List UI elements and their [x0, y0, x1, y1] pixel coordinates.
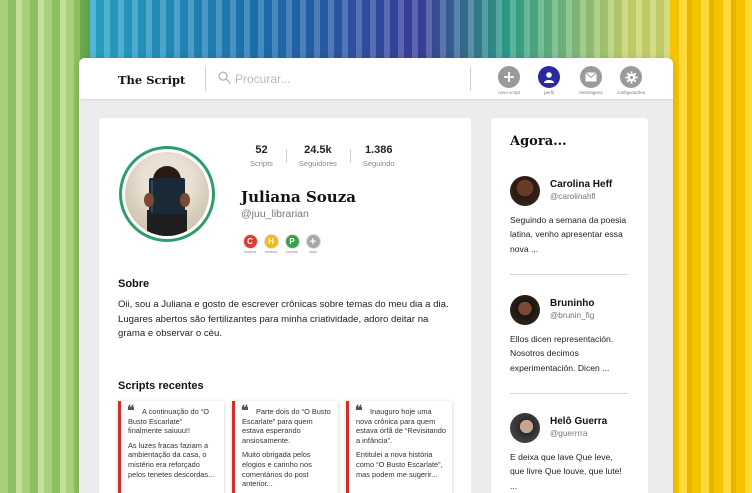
app-logo[interactable]: The Script [118, 73, 185, 87]
profile-stats: 52 Scripts 24.5k Seguidores 1.386 Seguin… [237, 144, 408, 168]
post-text: E deixa que lave Que leve, que livre Que… [510, 452, 622, 491]
post-author-name[interactable]: Bruninho [550, 298, 594, 309]
badge-icon: H [263, 234, 279, 249]
recent-scripts-list: ❝ A continuação do “O Busto Escarlate” f… [118, 401, 452, 493]
background-top [90, 0, 690, 60]
mail-icon [580, 66, 602, 88]
post-author-name[interactable]: Carolina Heff [550, 179, 612, 190]
recent-scripts-title: Scripts recentes [118, 380, 204, 392]
quote-icon: ❝ [241, 403, 249, 419]
post-author-handle[interactable]: @brunin_fig [550, 311, 594, 320]
script-excerpt: Muito obrigada pelos elogios e carinho n… [242, 450, 312, 489]
background-left [0, 0, 80, 493]
profile-card: 52 Scripts 24.5k Seguidores 1.386 Seguin… [99, 118, 471, 493]
nav-label: perfil [544, 90, 554, 95]
script-excerpt: Entitulei a nova história como “O Busto … [356, 450, 443, 479]
search-input[interactable] [235, 69, 455, 89]
gear-icon [620, 66, 642, 88]
post-text: Seguindo a semana da poesia latina, venh… [510, 215, 627, 254]
profile-handle: @juu_librarian [241, 208, 309, 220]
about-text: Oii, sou a Juliana e gosto de escrever c… [118, 299, 449, 339]
user-icon [538, 66, 560, 88]
profile-avatar[interactable] [119, 146, 215, 242]
script-excerpt: As luzes fracas faziam a ambientação da … [128, 440, 215, 479]
nav-messages[interactable]: mensagens [574, 66, 608, 95]
badge-icon: C [242, 234, 258, 249]
stat-followers[interactable]: 24.5k Seguidores [285, 144, 350, 168]
badge-label: poesia [286, 250, 298, 254]
quote-icon: ❝ [355, 403, 363, 419]
post-text: Ellos dicen representación. Nosotros dec… [510, 334, 614, 373]
stat-value: 24.5k [304, 144, 332, 156]
divider [470, 67, 471, 91]
app-window: The Script novo script perfil mensagens [79, 58, 673, 493]
script-card[interactable]: ❝ Inauguro hoje uma nova crônica para qu… [346, 401, 452, 493]
post-author-name[interactable]: Helô Guerra [550, 416, 607, 427]
search-icon [218, 71, 231, 84]
agora-panel: Agora... Carolina Heff @carolinahfl Segu… [491, 118, 648, 493]
badge-label: crônica [243, 250, 257, 254]
badge-label: mais [308, 250, 318, 254]
avatar[interactable] [510, 295, 540, 325]
script-card[interactable]: ❝ Parte dois do “O Busto Escarlate” para… [232, 401, 338, 493]
divider [510, 393, 628, 394]
badge-icon: P [284, 234, 300, 249]
plus-icon [498, 66, 520, 88]
stat-label: Scripts [250, 159, 273, 168]
badge-label: história [264, 250, 278, 254]
badge-icon: + [305, 234, 321, 249]
stat-following[interactable]: 1.386 Seguindo [349, 144, 408, 168]
stat-label: Seguidores [298, 159, 337, 168]
divider [510, 274, 628, 275]
nav-profile[interactable]: perfil [532, 66, 566, 95]
about-title: Sobre [118, 278, 150, 290]
script-excerpt: A continuação do “O Busto Escarlate” fin… [128, 407, 209, 436]
nav-label: mensagens [579, 90, 603, 95]
stat-value: 52 [255, 144, 268, 156]
stat-value: 1.386 [364, 144, 393, 156]
quote-icon: ❝ [127, 403, 135, 419]
avatar[interactable] [510, 176, 540, 206]
stat-scripts[interactable]: 52 Scripts [237, 144, 286, 168]
divider [205, 67, 206, 91]
avatar-photo [125, 152, 209, 236]
badge-historia[interactable]: H história [262, 234, 280, 254]
avatar[interactable] [510, 413, 540, 443]
nav-settings[interactable]: configurações [614, 66, 648, 95]
badge-cronica[interactable]: C crônica [241, 234, 259, 254]
agora-title: Agora... [510, 134, 567, 149]
badge-poesia[interactable]: P poesia [283, 234, 301, 254]
nav-label: novo script [498, 90, 520, 95]
script-card[interactable]: ❝ A continuação do “O Busto Escarlate” f… [118, 401, 224, 493]
stat-label: Seguindo [362, 159, 395, 168]
background-right [670, 0, 752, 493]
script-excerpt: Parte dois do “O Busto Escarlate” para q… [242, 407, 331, 445]
script-excerpt: Inauguro hoje uma nova crônica para quem… [356, 407, 446, 445]
profile-name: Juliana Souza [241, 188, 356, 206]
post-author-handle[interactable]: @guerrrra [550, 429, 587, 438]
badge-more[interactable]: + mais [304, 234, 322, 254]
nav-new-script[interactable]: novo script [492, 66, 526, 95]
nav-label: configurações [616, 90, 646, 95]
genre-badges: C crônica H história P poesia + mais [241, 234, 322, 254]
top-bar: The Script novo script perfil mensagens [79, 58, 673, 100]
post-author-handle[interactable]: @carolinahfl [550, 192, 596, 201]
